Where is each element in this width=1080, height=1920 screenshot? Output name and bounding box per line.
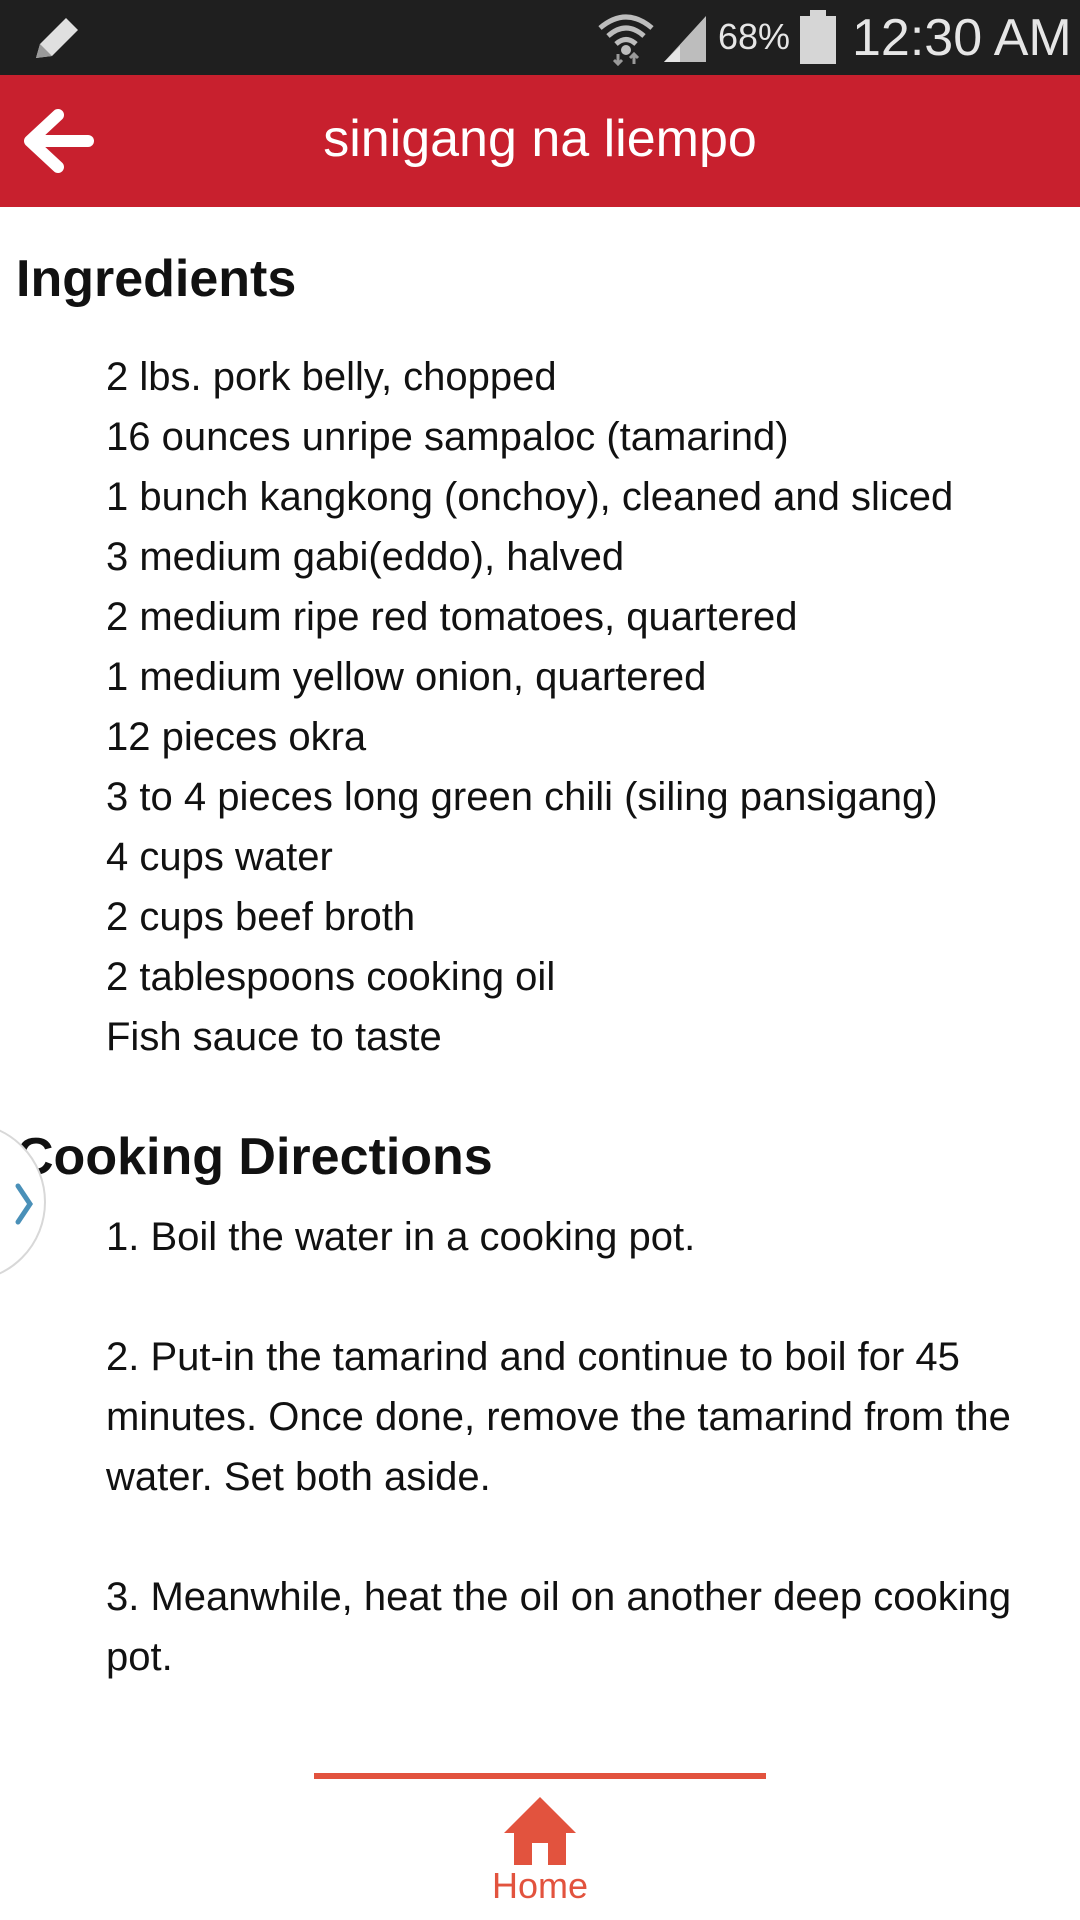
ingredient-item: 16 ounces unripe sampaloc (tamarind) <box>106 415 789 459</box>
direction-step: 2. Put-in the tamarind and continue to b… <box>106 1335 1011 1499</box>
ingredient-item: 3 to 4 pieces long green chili (siling p… <box>106 775 938 819</box>
battery-icon <box>800 10 836 64</box>
wifi-icon <box>598 14 654 66</box>
tab-home-label: Home <box>491 1865 589 1906</box>
battery-percent: 68% <box>718 16 791 57</box>
ingredient-item: 12 pieces okra <box>106 715 367 759</box>
ingredient-item: 4 cups water <box>106 835 333 879</box>
recipe-content[interactable]: Ingredients 2 lbs. pork belly, chopped 1… <box>0 207 1080 1767</box>
ingredient-item: 2 cups beef broth <box>106 895 416 939</box>
ingredient-item: 1 medium yellow onion, quartered <box>106 655 707 699</box>
directions-heading: Cooking Directions <box>16 1128 493 1186</box>
ingredient-item: 2 lbs. pork belly, chopped <box>106 355 557 399</box>
bottom-navigation: Home <box>0 1767 1080 1920</box>
ingredient-item: 3 medium gabi(eddo), halved <box>106 535 625 579</box>
clock: 12:30 AM <box>852 9 1072 67</box>
directions-list: 1. Boil the water in a cooking pot. 2. P… <box>106 1207 1066 1747</box>
ingredients-list: 2 lbs. pork belly, chopped 16 ounces unr… <box>106 347 953 1067</box>
signal-icon <box>664 16 706 62</box>
app-bar: sinigang na liempo <box>0 75 1080 207</box>
status-bar: 68% 12:30 AM <box>0 0 1080 75</box>
ingredients-heading: Ingredients <box>16 250 297 308</box>
home-icon <box>504 1797 576 1865</box>
pencil-icon <box>36 18 78 58</box>
ingredient-item: Fish sauce to taste <box>106 1015 442 1059</box>
direction-step: 1. Boil the water in a cooking pot. <box>106 1215 696 1259</box>
tab-home[interactable]: Home <box>314 1779 766 1920</box>
ingredient-item: 2 medium ripe red tomatoes, quartered <box>106 595 798 639</box>
ingredient-item: 1 bunch kangkong (onchoy), cleaned and s… <box>106 475 954 519</box>
page-title: sinigang na liempo <box>323 110 757 168</box>
ingredient-item: 2 tablespoons cooking oil <box>106 955 556 999</box>
chevron-right-icon <box>15 1183 34 1225</box>
direction-step: 3. Meanwhile, heat the oil on another de… <box>106 1575 1012 1679</box>
